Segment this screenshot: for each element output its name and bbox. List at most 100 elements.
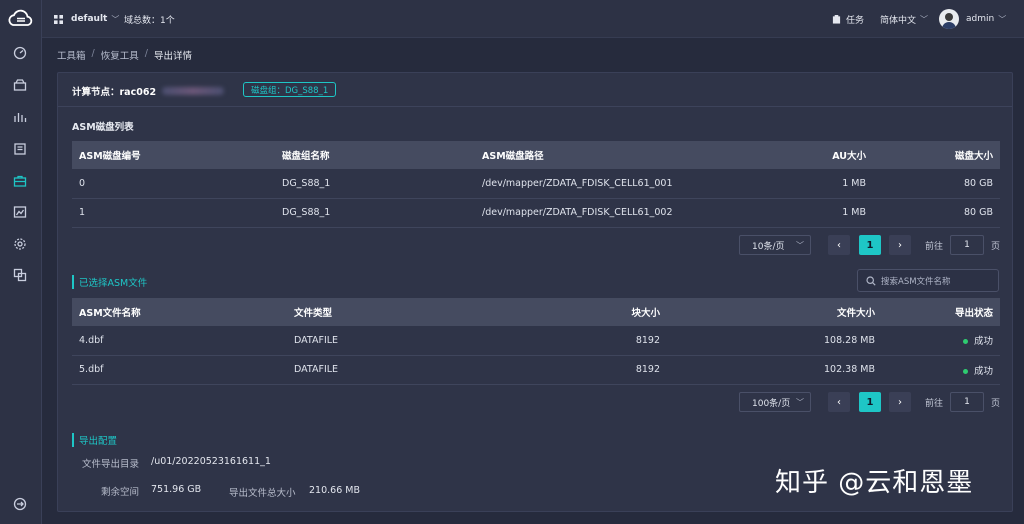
disk-table-pager: 10条/页 ﹀ ‹ 1 › 前往 1 页 [739,234,1000,256]
watermark-text: 知乎 @云和恩墨 [775,468,974,498]
au-size: 1 MB [755,169,873,199]
diskgroup-name: DG_S88_1 [275,169,475,199]
domain-count: 域总数：1个 [124,15,175,26]
goto-page-input[interactable]: 1 [950,235,985,255]
breadcrumb-separator: / [91,48,95,59]
next-page-button[interactable]: › [889,392,911,412]
column-header: 导出状态 [882,298,1000,326]
dashboard-icon[interactable] [11,44,29,62]
grid-icon [54,14,63,24]
table-row[interactable]: 4.dbf DATAFILE 8192 108.28 MB 成功 [72,326,1000,356]
monitor-icon[interactable] [11,203,29,221]
breadcrumb-current: 导出详情 [153,51,192,62]
prev-page-button[interactable]: ‹ [828,235,850,255]
page-number-button[interactable]: 1 [859,235,881,255]
free-space-value: 751.96 GB [151,484,202,495]
top-bar: default ﹀ 域总数：1个 任务 简体中文 ﹀ admin ﹀ [42,0,1024,38]
goto-label: 前往 [925,398,944,409]
page-size-value: 10条/页 [752,241,785,252]
prev-page-button[interactable]: ‹ [828,392,850,412]
table-header-row: ASM文件名称 文件类型 块大小 文件大小 导出状态 [72,298,1000,326]
table-row[interactable]: 1 DG_S88_1 /dev/mapper/ZDATA_FDISK_CELL6… [72,198,1000,228]
chart-icon[interactable] [11,108,29,126]
avatar [939,9,959,29]
user-menu[interactable]: admin ﹀ [939,0,1006,38]
column-header: ASM磁盘路径 [475,141,755,169]
page-number-button[interactable]: 1 [859,392,881,412]
export-status: 成功 [882,355,1000,385]
goto-label: 前往 [925,241,944,252]
au-size: 1 MB [755,198,873,228]
file-type: DATAFILE [287,355,537,385]
breadcrumb-toolbox[interactable]: 工具箱 [57,48,86,62]
storage-icon[interactable] [11,76,29,94]
logout-icon[interactable] [11,495,29,513]
export-config-title: 导出配置 [72,433,117,447]
clipboard-icon [832,14,841,24]
diskgroup-tag: 磁盘组：DG_S88_1 [243,82,337,97]
disk-number: 1 [72,198,275,228]
tasks-label: 任务 [846,15,865,26]
settings-gear-icon[interactable] [11,235,29,253]
toolbox-icon[interactable] [11,172,29,190]
workspace-selector[interactable]: default ﹀ [54,0,119,38]
file-name: 4.dbf [72,326,287,356]
chevron-down-icon: ﹀ [111,14,120,24]
total-size-label: 导出文件总大小 [229,488,296,499]
breadcrumb-recovery-tools[interactable]: 恢复工具 [101,48,139,62]
username: admin [966,14,995,24]
table-row[interactable]: 5.dbf DATAFILE 8192 102.38 MB 成功 [72,355,1000,385]
copy-icon[interactable] [11,266,29,284]
redacted-blur [162,87,225,95]
language-selector[interactable]: 简体中文 ﹀ [880,0,928,38]
disk-size: 80 GB [873,169,1000,199]
cloud-logo-icon[interactable] [7,8,35,30]
file-type: DATAFILE [287,326,537,356]
total-size-value: 210.66 MB [309,485,360,496]
chevron-down-icon: ﹀ [796,397,804,407]
page-unit-label: 页 [991,241,1001,252]
block-size: 8192 [537,355,667,385]
disk-number: 0 [72,169,275,199]
table-header-row: ASM磁盘编号 磁盘组名称 ASM磁盘路径 AU大小 磁盘大小 [72,141,1000,169]
export-status-text: 成功 [973,336,993,348]
export-dir-label: 文件导出目录 [82,459,140,470]
file-size: 108.28 MB [667,326,882,356]
next-page-button[interactable]: › [889,235,911,255]
column-header: 磁盘组名称 [275,141,475,169]
compute-node: 计算节点：rac062 [72,81,225,101]
column-header: 文件大小 [667,298,882,326]
column-header: 块大小 [537,298,667,326]
tasks-button[interactable]: 任务 [832,0,864,38]
asm-file-search-input[interactable]: 搜索ASM文件名称 [857,269,999,292]
table-row[interactable]: 0 DG_S88_1 /dev/mapper/ZDATA_FDISK_CELL6… [72,169,1000,199]
diskgroup-name: DG_S88_1 [275,198,475,228]
chevron-down-icon: ﹀ [796,240,804,250]
free-space-label: 剩余空间 [101,487,140,498]
search-placeholder: 搜索ASM文件名称 [881,276,951,287]
chevron-down-icon: ﹀ [920,14,929,24]
column-header: 文件类型 [287,298,537,326]
sidebar [0,0,42,524]
breadcrumb: 工具箱 / 恢复工具 / 导出详情 [57,48,192,62]
export-status: 成功 [882,326,1000,356]
compute-node-label: 计算节点：rac062 [72,87,157,98]
search-icon [866,275,876,286]
file-table-pager: 100条/页 ﹀ ‹ 1 › 前往 1 页 [739,391,1000,413]
asm-file-table: ASM文件名称 文件类型 块大小 文件大小 导出状态 4.dbf DATAFIL… [72,298,1000,385]
success-dot-icon [962,368,968,374]
goto-page-input[interactable]: 1 [950,392,985,412]
export-status-text: 成功 [973,365,993,377]
report-icon[interactable] [11,140,29,158]
language-label: 简体中文 [880,15,917,26]
page-size-select[interactable]: 10条/页 ﹀ [739,235,811,255]
column-header: AU大小 [755,141,873,169]
page-size-select[interactable]: 100条/页 ﹀ [739,392,811,412]
asm-disk-table: ASM磁盘编号 磁盘组名称 ASM磁盘路径 AU大小 磁盘大小 0 DG_S88… [72,141,1000,228]
column-header: ASM文件名称 [72,298,287,326]
disk-path: /dev/mapper/ZDATA_FDISK_CELL61_002 [475,198,755,228]
column-header: 磁盘大小 [873,141,1000,169]
page-size-value: 100条/页 [752,398,791,409]
success-dot-icon [962,339,968,345]
workspace-name: default [71,14,108,24]
